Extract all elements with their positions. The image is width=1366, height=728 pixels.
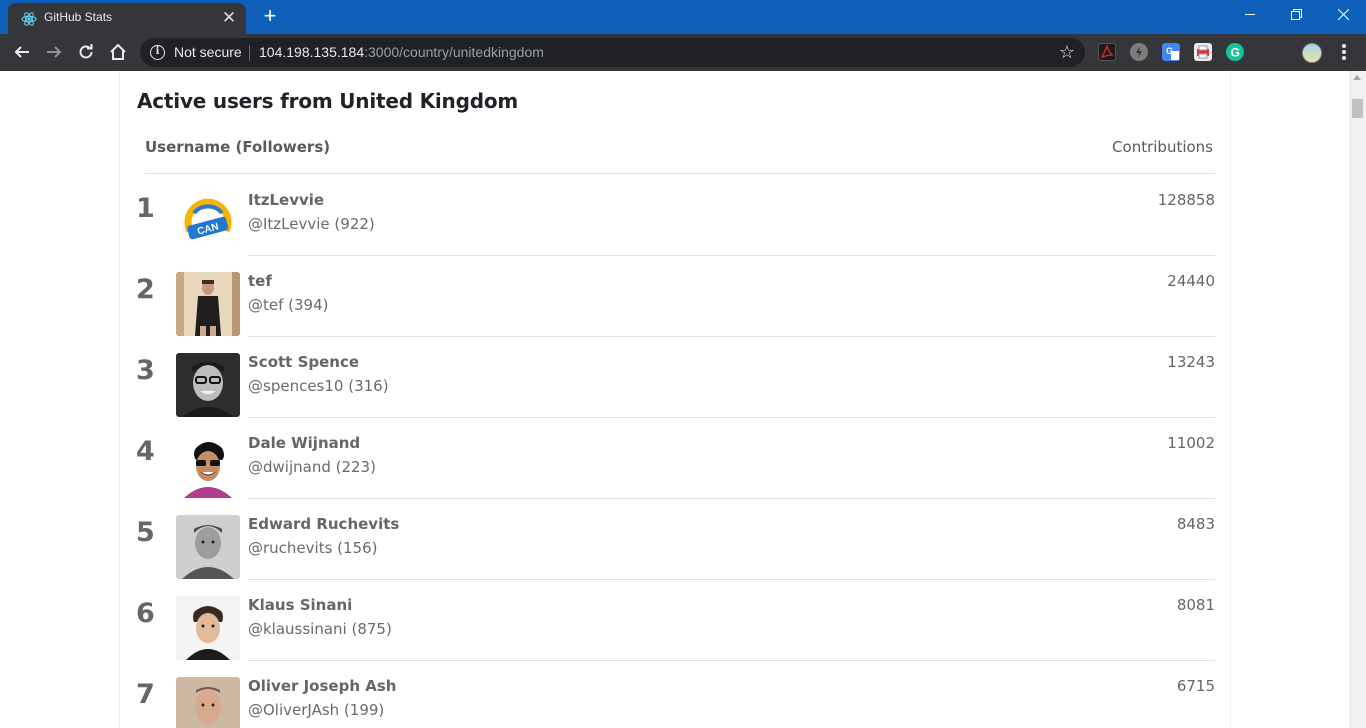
page-title: Active users from United Kingdom: [137, 89, 519, 113]
user-row[interactable]: 4 Dale Wijnand @dwijnand (223) 11002: [120, 418, 1232, 499]
back-button[interactable]: [10, 40, 34, 64]
user-name[interactable]: Dale Wijnand: [248, 434, 360, 452]
user-contributions: 11002: [1167, 434, 1215, 452]
close-tab-icon[interactable]: ✕: [220, 9, 238, 27]
url-host: 104.198.135.184: [259, 44, 365, 60]
arrow-right-icon: [47, 46, 62, 58]
user-rank: 7: [136, 679, 155, 710]
print-extension-icon[interactable]: [1194, 43, 1212, 61]
users-card: Active users from United Kingdom Usernam…: [119, 71, 1231, 728]
minimize-button[interactable]: [1227, 0, 1273, 30]
user-avatar[interactable]: [176, 272, 240, 336]
user-rank: 3: [136, 355, 155, 386]
user-row[interactable]: 2 tef @tef (394) 24440: [120, 256, 1232, 337]
user-row[interactable]: 6 Klaus Sinani @klaussinani (875) 8081: [120, 580, 1232, 661]
user-row[interactable]: 3 Scott Spence @spences10 (316) 13243: [120, 337, 1232, 418]
column-header-contributions: Contributions: [1112, 138, 1213, 156]
user-avatar[interactable]: [176, 434, 240, 498]
user-handle[interactable]: @spences10 (316): [248, 377, 389, 395]
browser-toolbar: i Not secure 104.198.135.184:3000/countr…: [0, 34, 1366, 71]
browser-titlebar: GitHub Stats ✕ +: [0, 0, 1366, 34]
header-divider: [145, 173, 1215, 174]
bookmark-star-icon[interactable]: ☆: [1059, 43, 1075, 61]
browser-tab[interactable]: GitHub Stats ✕: [8, 3, 246, 34]
profile-avatar[interactable]: [1302, 43, 1322, 63]
user-name[interactable]: Oliver Joseph Ash: [248, 677, 396, 695]
user-handle[interactable]: @ItzLevvie (922): [248, 215, 375, 233]
vertical-scrollbar[interactable]: [1349, 71, 1366, 728]
address-bar[interactable]: i Not secure 104.198.135.184:3000/countr…: [140, 38, 1085, 67]
browser-menu-icon[interactable]: [1336, 42, 1352, 62]
user-contributions: 24440: [1167, 272, 1215, 290]
security-status[interactable]: Not secure: [174, 44, 242, 60]
user-handle[interactable]: @ruchevits (156): [248, 539, 378, 557]
user-rank: 6: [136, 598, 155, 629]
url-text[interactable]: 104.198.135.184:3000/country/unitedkingd…: [259, 44, 544, 60]
user-rank: 5: [136, 517, 155, 548]
user-avatar[interactable]: [176, 677, 240, 728]
user-name[interactable]: Scott Spence: [248, 353, 359, 371]
lightning-extension-icon[interactable]: [1130, 43, 1148, 61]
home-icon: [110, 43, 126, 60]
react-icon: [21, 12, 37, 26]
scrollbar-thumb[interactable]: [1352, 99, 1363, 118]
page-viewport: Active users from United Kingdom Usernam…: [0, 71, 1349, 728]
user-handle[interactable]: @OliverJAsh (199): [248, 701, 384, 719]
user-contributions: 8081: [1176, 596, 1215, 614]
user-rank: 2: [136, 274, 155, 305]
user-avatar[interactable]: [176, 353, 240, 417]
pdf-extension-icon[interactable]: [1098, 43, 1116, 61]
grammarly-icon[interactable]: G: [1226, 43, 1244, 61]
user-name[interactable]: Klaus Sinani: [248, 596, 352, 614]
user-rank: 4: [136, 436, 155, 467]
user-avatar[interactable]: [176, 596, 240, 660]
user-handle[interactable]: @klaussinani (875): [248, 620, 392, 638]
user-name[interactable]: tef: [248, 272, 272, 290]
close-window-button[interactable]: [1320, 0, 1366, 30]
user-name[interactable]: ItzLevvie: [248, 191, 324, 209]
info-icon[interactable]: i: [150, 45, 165, 60]
user-contributions: 6715: [1176, 677, 1215, 695]
scroll-up-arrow-icon[interactable]: [1353, 75, 1361, 80]
user-handle[interactable]: @tef (394): [248, 296, 329, 314]
omnibox-divider: [249, 45, 250, 61]
tab-title: GitHub Stats: [44, 10, 113, 24]
column-header-username: Username (Followers): [145, 138, 331, 156]
user-contributions: 13243: [1167, 353, 1215, 371]
user-rank: 1: [136, 193, 155, 224]
user-handle[interactable]: @dwijnand (223): [248, 458, 376, 476]
forward-button[interactable]: [42, 40, 66, 64]
arrow-left-icon: [14, 46, 29, 58]
translate-extension-icon[interactable]: G: [1162, 43, 1180, 61]
user-row[interactable]: 7 Oliver Joseph Ash @OliverJAsh (199) 67…: [120, 661, 1232, 728]
reload-button[interactable]: [74, 40, 98, 64]
svg-text:G: G: [1166, 46, 1173, 56]
user-avatar[interactable]: CAN: [176, 191, 240, 255]
reload-icon: [79, 44, 93, 59]
new-tab-button[interactable]: +: [258, 5, 282, 29]
user-contributions: 8483: [1176, 515, 1215, 533]
home-button[interactable]: [106, 40, 130, 64]
user-name[interactable]: Edward Ruchevits: [248, 515, 399, 533]
url-path: :3000/country/unitedkingdom: [364, 44, 544, 60]
restore-button[interactable]: [1273, 0, 1319, 30]
user-row[interactable]: 5 Edward Ruchevits @ruchevits (156) 8483: [120, 499, 1232, 580]
user-contributions: 128858: [1157, 191, 1215, 209]
user-avatar[interactable]: [176, 515, 240, 579]
user-row[interactable]: 1 CAN ItzLevvie @ItzLevvie (922) 128858: [120, 175, 1232, 256]
svg-text:G: G: [1231, 46, 1240, 60]
